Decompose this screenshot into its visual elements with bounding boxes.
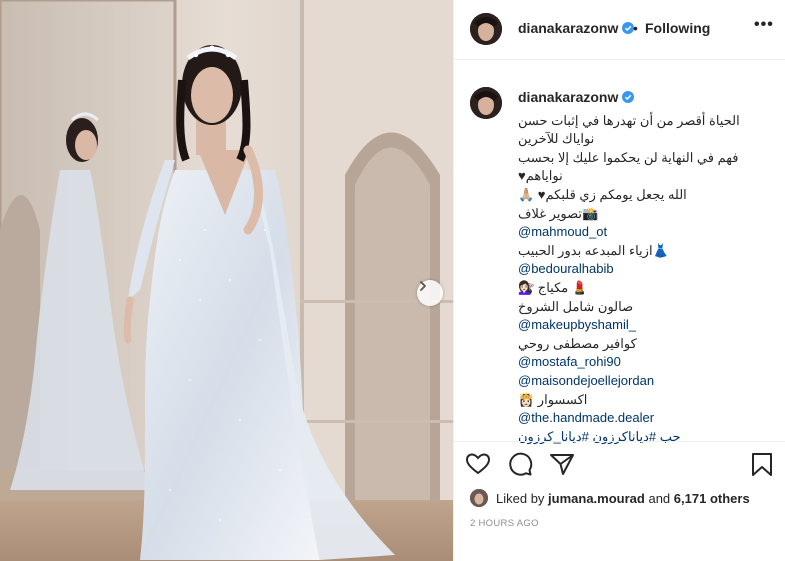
caption-line: كوافير مصطفى روحي <box>518 335 637 351</box>
next-image-button[interactable] <box>417 280 443 306</box>
header-separator: • <box>633 20 638 36</box>
caption-username-wrap: dianakarazonw <box>518 88 770 108</box>
comment-icon[interactable] <box>506 450 534 478</box>
liker-avatar[interactable] <box>470 489 488 507</box>
instagram-post: dianakarazonw • Following ••• dianakaraz… <box>0 0 785 561</box>
verified-badge-icon <box>622 91 635 103</box>
liked-by-user-link[interactable]: jumana.mourad <box>548 491 645 506</box>
liked-by-and: and <box>648 490 671 506</box>
caption-line: اكسسوار 👸🏻 <box>518 391 588 407</box>
share-icon[interactable] <box>548 450 576 478</box>
liked-by-row: Liked by jumana.mourad and 6,171 others <box>470 486 750 510</box>
caption-username[interactable]: dianakarazonw <box>518 89 618 105</box>
avatar-image <box>470 489 488 507</box>
caption-line: نواياك للآخرين <box>518 131 595 147</box>
bookmark-icon[interactable] <box>748 450 776 478</box>
post-caption: dianakarazonw الحياة أقصر من أن تهدرها ف… <box>518 88 770 446</box>
liked-by-prefix: Liked by <box>496 490 545 506</box>
caption-line: 💄 مكياج 💇🏻‍♀️ <box>518 279 589 295</box>
mention-link[interactable]: @mahmoud_ot <box>518 223 770 242</box>
avatar-image <box>470 87 502 119</box>
post-timestamp[interactable]: 2 HOURS AGO <box>470 518 539 529</box>
caption-line: الحياة أقصر من أن تهدرها في إثبات حسن <box>518 112 740 128</box>
chevron-right-icon <box>420 281 426 291</box>
caption-line: 📸تصوير غلاف <box>518 205 599 221</box>
post-actions: Liked by jumana.mourad and 6,171 others … <box>454 441 785 561</box>
mention-link[interactable]: @mostafa_rohi90 <box>518 353 770 372</box>
header-username[interactable]: dianakarazonw <box>518 20 618 36</box>
caption-line: الله يجعل يومكم زي قلبكم♥ 🙏🏼 <box>518 186 687 202</box>
caption-line: نواياهم♥ <box>518 168 563 184</box>
more-options-button[interactable]: ••• <box>754 16 774 34</box>
caption-line: فهم في النهاية لن يحكموا عليك إلا بحسب <box>518 149 739 165</box>
post-sidebar: dianakarazonw • Following ••• dianakaraz… <box>453 0 785 561</box>
mention-link[interactable]: @the.handmade.dealer <box>518 409 770 428</box>
likes-count-link[interactable]: 6,171 others <box>674 491 750 506</box>
caption-avatar[interactable] <box>470 87 502 119</box>
post-header: dianakarazonw • Following ••• <box>454 0 785 60</box>
caption-line: 👗ازياء المبدعه بدور الحبيب <box>518 242 669 258</box>
header-username-wrap: dianakarazonw <box>518 20 635 38</box>
heart-icon[interactable] <box>464 450 492 478</box>
following-button[interactable]: Following <box>645 20 710 36</box>
photo-bride-in-sparkly-gown <box>0 0 453 561</box>
caption-line: صالون شامل الشروخ <box>518 298 634 314</box>
mention-link[interactable]: @makeupbyshamil_ <box>518 316 770 335</box>
avatar-image <box>470 13 502 45</box>
avatar[interactable] <box>470 13 502 45</box>
post-image[interactable] <box>0 0 453 561</box>
mention-link[interactable]: @maisondejoellejordan <box>518 372 770 391</box>
mention-link[interactable]: @bedouralhabib <box>518 260 770 279</box>
